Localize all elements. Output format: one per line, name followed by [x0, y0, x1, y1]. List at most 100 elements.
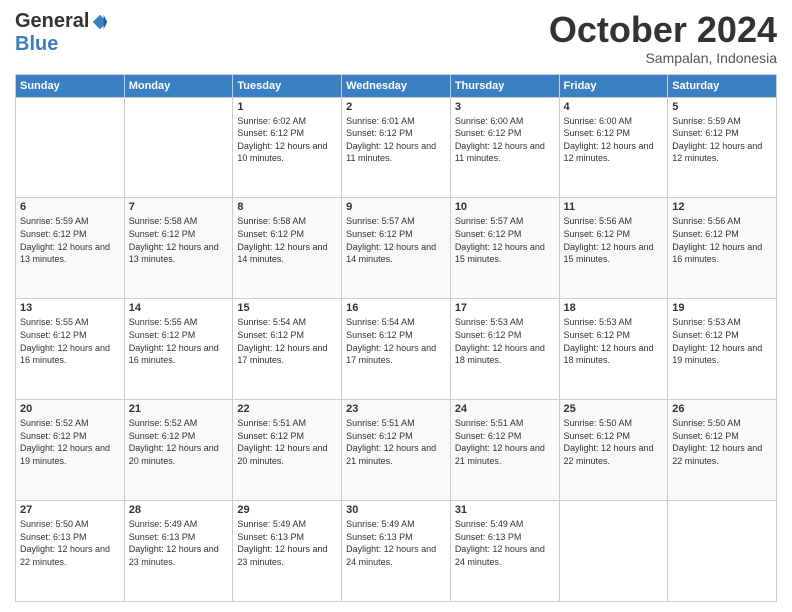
day-number: 29 [237, 504, 337, 516]
logo-text: General [15, 10, 109, 33]
table-row: 30 Sunrise: 5:49 AM Sunset: 6:13 PM Dayli… [342, 501, 451, 602]
title-area: October 2024 Sampalan, Indonesia [549, 10, 777, 66]
table-row: 26 Sunrise: 5:50 AM Sunset: 6:12 PM Dayli… [668, 400, 777, 501]
day-info: Sunrise: 5:56 AM Sunset: 6:12 PM Dayligh… [672, 215, 772, 265]
table-row: 15 Sunrise: 5:54 AM Sunset: 6:12 PM Dayli… [233, 299, 342, 400]
day-number: 19 [672, 302, 772, 314]
table-row: 11 Sunrise: 5:56 AM Sunset: 6:12 PM Dayli… [559, 198, 668, 299]
table-row: 21Sunrise: 5:52 AM Sunset: 6:12 PM Dayli… [124, 400, 233, 501]
day-number: 23 [346, 403, 446, 415]
table-row: 29 Sunrise: 5:49 AM Sunset: 6:13 PM Dayli… [233, 501, 342, 602]
day-info: Sunrise: 5:53 AM Sunset: 6:12 PM Dayligh… [455, 316, 555, 366]
day-number: 5 [672, 101, 772, 113]
table-row: 8 Sunrise: 5:58 AM Sunset: 6:12 PM Daylig… [233, 198, 342, 299]
day-number: 2 [346, 101, 446, 113]
table-row: 12 Sunrise: 5:56 AM Sunset: 6:12 PM Dayli… [668, 198, 777, 299]
col-wednesday: Wednesday [342, 74, 451, 97]
day-info: Sunrise: 5:54 AM Sunset: 6:12 PM Dayligh… [237, 316, 337, 366]
table-row [668, 501, 777, 602]
logo: General Blue [15, 10, 109, 56]
day-info: Sunrise: 5:59 AM Sunset: 6:12 PM Dayligh… [672, 115, 772, 165]
page: General Blue October 2024 Sampalan, Indo… [0, 0, 792, 612]
table-row: 14 Sunrise: 5:55 AM Sunset: 6:12 PM Dayli… [124, 299, 233, 400]
day-number: 17 [455, 302, 555, 314]
day-info: Sunrise: 5:50 AM Sunset: 6:12 PM Dayligh… [564, 417, 664, 467]
table-row: 6 Sunrise: 5:59 AM Sunset: 6:12 PM Daylig… [16, 198, 125, 299]
table-row: 31 Sunrise: 5:49 AM Sunset: 6:13 PM Dayli… [450, 501, 559, 602]
day-info: Sunrise: 5:51 AM Sunset: 6:12 PM Dayligh… [237, 417, 337, 467]
day-info: Sunrise: 5:59 AM Sunset: 6:12 PM Dayligh… [20, 215, 120, 265]
day-number: 20 [20, 403, 120, 415]
day-info: Sunrise: 5:54 AM Sunset: 6:12 PM Dayligh… [346, 316, 446, 366]
day-number: 7 [129, 201, 229, 213]
day-number: 26 [672, 403, 772, 415]
day-number: 9 [346, 201, 446, 213]
day-number: 10 [455, 201, 555, 213]
col-tuesday: Tuesday [233, 74, 342, 97]
day-info: Sunrise: 6:02 AM Sunset: 6:12 PM Dayligh… [237, 115, 337, 165]
day-info: Sunrise: 6:00 AM Sunset: 6:12 PM Dayligh… [455, 115, 555, 165]
day-info: Sunrise: 5:49 AM Sunset: 6:13 PM Dayligh… [237, 518, 337, 568]
table-row: 18 Sunrise: 5:53 AM Sunset: 6:12 PM Dayli… [559, 299, 668, 400]
table-row: 7 Sunrise: 5:58 AM Sunset: 6:12 PM Daylig… [124, 198, 233, 299]
table-row: 16Sunrise: 5:54 AM Sunset: 6:12 PM Dayli… [342, 299, 451, 400]
day-number: 6 [20, 201, 120, 213]
day-info: Sunrise: 5:58 AM Sunset: 6:12 PM Dayligh… [129, 215, 229, 265]
table-row: 17 Sunrise: 5:53 AM Sunset: 6:12 PM Dayli… [450, 299, 559, 400]
day-number: 12 [672, 201, 772, 213]
table-row: 3Sunrise: 6:00 AM Sunset: 6:12 PM Daylig… [450, 97, 559, 198]
calendar-week-row: 6 Sunrise: 5:59 AM Sunset: 6:12 PM Daylig… [16, 198, 777, 299]
calendar-week-row: 27Sunrise: 5:50 AM Sunset: 6:13 PM Dayli… [16, 501, 777, 602]
day-info: Sunrise: 6:01 AM Sunset: 6:12 PM Dayligh… [346, 115, 446, 165]
calendar-week-row: 20 Sunrise: 5:52 AM Sunset: 6:12 PM Dayli… [16, 400, 777, 501]
day-number: 31 [455, 504, 555, 516]
day-info: Sunrise: 5:50 AM Sunset: 6:12 PM Dayligh… [672, 417, 772, 467]
day-info: Sunrise: 5:49 AM Sunset: 6:13 PM Dayligh… [455, 518, 555, 568]
day-number: 28 [129, 504, 229, 516]
logo-icon [91, 13, 109, 31]
day-number: 11 [564, 201, 664, 213]
day-info: Sunrise: 5:52 AM Sunset: 6:12 PM Dayligh… [20, 417, 120, 467]
table-row: 4Sunrise: 6:00 AM Sunset: 6:12 PM Daylig… [559, 97, 668, 198]
table-row: 9 Sunrise: 5:57 AM Sunset: 6:12 PM Daylig… [342, 198, 451, 299]
col-monday: Monday [124, 74, 233, 97]
day-info: Sunrise: 5:57 AM Sunset: 6:12 PM Dayligh… [455, 215, 555, 265]
day-number: 13 [20, 302, 120, 314]
day-info: Sunrise: 5:58 AM Sunset: 6:12 PM Dayligh… [237, 215, 337, 265]
day-info: Sunrise: 5:55 AM Sunset: 6:12 PM Dayligh… [20, 316, 120, 366]
table-row: 19 Sunrise: 5:53 AM Sunset: 6:12 PM Dayli… [668, 299, 777, 400]
table-row: 28 Sunrise: 5:49 AM Sunset: 6:13 PM Dayli… [124, 501, 233, 602]
day-info: Sunrise: 5:49 AM Sunset: 6:13 PM Dayligh… [129, 518, 229, 568]
day-number: 22 [237, 403, 337, 415]
location-subtitle: Sampalan, Indonesia [549, 50, 777, 66]
day-number: 18 [564, 302, 664, 314]
table-row: 23 Sunrise: 5:51 AM Sunset: 6:12 PM Dayli… [342, 400, 451, 501]
day-info: Sunrise: 5:55 AM Sunset: 6:12 PM Dayligh… [129, 316, 229, 366]
day-info: Sunrise: 5:49 AM Sunset: 6:13 PM Dayligh… [346, 518, 446, 568]
col-sunday: Sunday [16, 74, 125, 97]
day-info: Sunrise: 5:53 AM Sunset: 6:12 PM Dayligh… [564, 316, 664, 366]
day-number: 24 [455, 403, 555, 415]
table-row: 5 Sunrise: 5:59 AM Sunset: 6:12 PM Daylig… [668, 97, 777, 198]
col-thursday: Thursday [450, 74, 559, 97]
day-number: 8 [237, 201, 337, 213]
col-friday: Friday [559, 74, 668, 97]
table-row [559, 501, 668, 602]
day-info: Sunrise: 5:51 AM Sunset: 6:12 PM Dayligh… [346, 417, 446, 467]
day-info: Sunrise: 5:52 AM Sunset: 6:12 PM Dayligh… [129, 417, 229, 467]
day-number: 14 [129, 302, 229, 314]
day-number: 1 [237, 101, 337, 113]
day-number: 25 [564, 403, 664, 415]
logo-general: General [15, 10, 89, 33]
day-info: Sunrise: 5:53 AM Sunset: 6:12 PM Dayligh… [672, 316, 772, 366]
day-number: 30 [346, 504, 446, 516]
table-row: 22 Sunrise: 5:51 AM Sunset: 6:12 PM Dayli… [233, 400, 342, 501]
day-info: Sunrise: 5:56 AM Sunset: 6:12 PM Dayligh… [564, 215, 664, 265]
table-row: 20 Sunrise: 5:52 AM Sunset: 6:12 PM Dayli… [16, 400, 125, 501]
table-row [124, 97, 233, 198]
table-row: 1 Sunrise: 6:02 AM Sunset: 6:12 PM Daylig… [233, 97, 342, 198]
table-row [16, 97, 125, 198]
day-number: 15 [237, 302, 337, 314]
day-info: Sunrise: 5:57 AM Sunset: 6:12 PM Dayligh… [346, 215, 446, 265]
day-number: 27 [20, 504, 120, 516]
